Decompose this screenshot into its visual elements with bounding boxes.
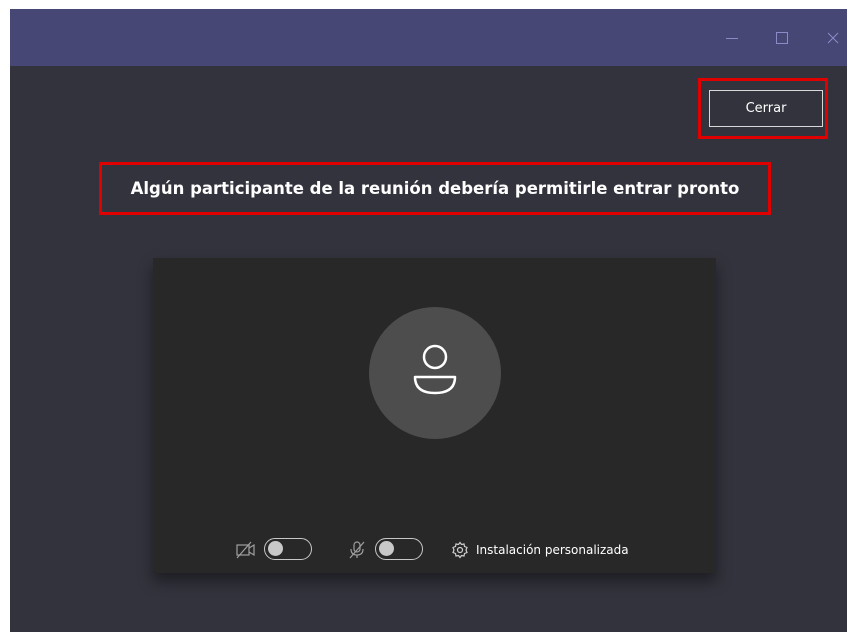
microphone-toggle[interactable] — [375, 538, 423, 560]
meeting-lobby-window: Cerrar Algún participante de la reunión … — [10, 9, 847, 632]
avatar — [369, 307, 501, 439]
close-meeting-button[interactable]: Cerrar — [709, 90, 823, 127]
minimize-icon[interactable] — [723, 29, 741, 47]
video-preview: Instalación personalizada — [153, 258, 716, 573]
custom-setup-button[interactable]: Instalación personalizada — [451, 538, 629, 562]
title-bar — [10, 9, 847, 66]
gear-icon — [452, 541, 468, 559]
preview-controls: Instalación personalizada — [153, 538, 716, 562]
camera-toggle-knob — [268, 541, 283, 556]
waiting-message: Algún participante de la reunión debería… — [130, 179, 740, 198]
close-icon[interactable] — [824, 29, 842, 47]
microphone-toggle-knob — [379, 541, 394, 556]
camera-toggle[interactable] — [264, 538, 312, 560]
camera-off-icon — [235, 540, 257, 560]
mic-off-icon — [346, 540, 368, 560]
person-icon — [413, 344, 457, 395]
maximize-icon[interactable] — [773, 29, 791, 47]
custom-setup-label: Instalación personalizada — [476, 543, 629, 557]
